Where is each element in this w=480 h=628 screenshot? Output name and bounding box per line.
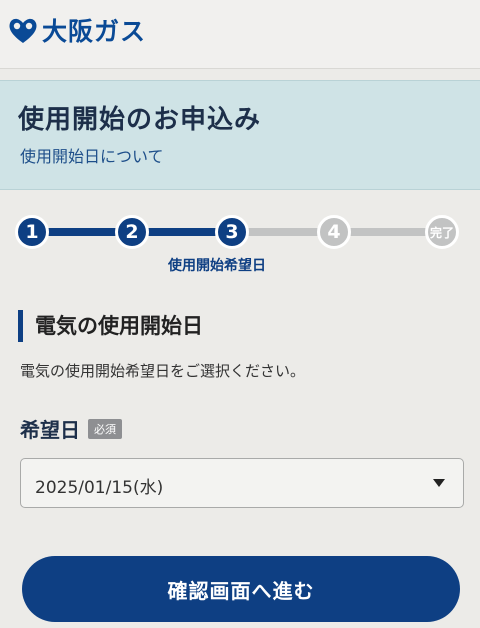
current-step-caption: 使用開始希望日 bbox=[168, 258, 266, 274]
brand-name: 大阪ガス bbox=[42, 17, 147, 46]
start-date-select[interactable]: 2025/01/15(水) bbox=[20, 458, 464, 508]
step-1: 1 bbox=[15, 215, 49, 249]
page-title: 使用開始のお申込み bbox=[18, 105, 262, 135]
next-to-confirm-button[interactable]: 確認画面へ進む bbox=[22, 556, 460, 622]
date-field-label: 希望日 必須 bbox=[20, 414, 122, 443]
site-header: 大阪ガス bbox=[0, 0, 480, 69]
instructions-text: 電気の使用開始希望日をご選択ください。 bbox=[20, 362, 306, 380]
progress-stepper: 1 2 3 4 完了 使用開始希望日 bbox=[0, 205, 480, 275]
flame-heart-icon bbox=[9, 18, 37, 43]
dropdown-arrow-icon bbox=[433, 479, 445, 487]
required-badge: 必須 bbox=[88, 418, 122, 439]
step-4: 4 bbox=[317, 215, 351, 249]
step-2: 2 bbox=[115, 215, 149, 249]
brand-logo[interactable]: 大阪ガス bbox=[6, 12, 146, 48]
page-title-band: 使用開始のお申込み 使用開始日について bbox=[0, 80, 480, 190]
step-complete: 完了 bbox=[425, 215, 459, 249]
step-3-current: 3 bbox=[215, 215, 249, 249]
section-title: 電気の使用開始日 bbox=[18, 310, 203, 342]
date-field-label-text: 希望日 bbox=[20, 418, 80, 442]
start-date-value: 2025/01/15(水) bbox=[35, 478, 164, 498]
page-subtitle: 使用開始日について bbox=[20, 147, 164, 166]
